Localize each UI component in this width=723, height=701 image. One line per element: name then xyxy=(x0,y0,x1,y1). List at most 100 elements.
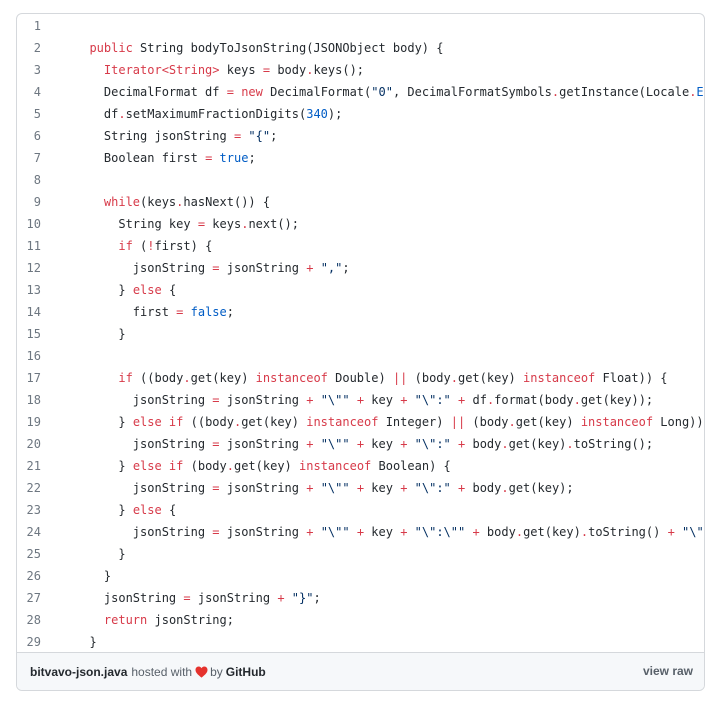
code-token: false xyxy=(190,305,227,319)
line-number: 23 xyxy=(26,503,41,517)
github-link[interactable]: GitHub xyxy=(226,665,266,679)
code-line: 9 while(keys.hasNext()) { xyxy=(17,191,704,213)
code-token: . xyxy=(501,437,509,451)
line-number: 6 xyxy=(33,129,41,143)
code-token: jsonString xyxy=(132,525,213,539)
code-line: 16 xyxy=(17,345,704,367)
code-token: String key xyxy=(118,217,198,231)
line-number: 19 xyxy=(26,415,41,429)
code-token: jsonString; xyxy=(147,613,234,627)
line-number: 1 xyxy=(33,19,41,33)
code-token: . xyxy=(501,481,509,495)
code-line: 22 jsonString = jsonString + "\"" + key … xyxy=(17,477,704,499)
line-text: DecimalFormat df = new DecimalFormat("0"… xyxy=(75,81,704,103)
code-line: 18 jsonString = jsonString + "\"" + key … xyxy=(17,389,704,411)
line-number: 29 xyxy=(26,635,41,649)
code-token: = xyxy=(197,217,206,231)
code-line: 10 String key = keys.next(); xyxy=(17,213,704,235)
line-text: } else if ((body.get(key) instanceof Int… xyxy=(75,411,704,433)
line-number: 12 xyxy=(26,261,41,275)
line-text xyxy=(75,169,704,191)
code-token: = xyxy=(226,85,234,99)
line-text: } else { xyxy=(75,499,704,521)
code-token: public xyxy=(89,41,133,55)
code-token: ; xyxy=(270,129,278,143)
by-text: by xyxy=(210,665,223,679)
code-token: ; xyxy=(313,591,321,605)
code-token: else xyxy=(132,503,162,517)
code-token: instanceof xyxy=(580,415,654,429)
code-line: 13 } else { xyxy=(17,279,704,301)
code-token: jsonString xyxy=(132,437,213,451)
code-token: get(key); xyxy=(508,481,574,495)
code-token: + xyxy=(356,437,365,451)
code-token: String jsonString xyxy=(103,129,234,143)
code-token: + xyxy=(472,525,480,539)
code-line: 8 xyxy=(17,169,704,191)
code-token: ((body xyxy=(132,371,184,385)
code-token: Boolean first xyxy=(103,151,206,165)
code-token: key xyxy=(364,525,401,539)
code-token: jsonString xyxy=(132,261,213,275)
code-token: } xyxy=(118,327,126,341)
line-text: jsonString = jsonString + "\"" + key + "… xyxy=(75,477,704,499)
line-number: 14 xyxy=(26,305,41,319)
line-number: 27 xyxy=(26,591,41,605)
code-token: get(key) xyxy=(508,437,567,451)
code-token: + xyxy=(356,481,365,495)
line-text: } else { xyxy=(75,279,704,301)
code-token: jsonString xyxy=(219,437,307,451)
line-text: df.setMaximumFractionDigits(340); xyxy=(75,103,704,125)
code-token: ; xyxy=(342,261,350,275)
code-token: + xyxy=(356,393,365,407)
code-token: { xyxy=(161,503,177,517)
code-token: instanceof xyxy=(523,371,596,385)
code-token: ENGLISH xyxy=(696,85,704,99)
code-token: "\"" xyxy=(320,525,350,539)
code-token: body xyxy=(270,63,307,77)
code-token: = xyxy=(212,481,220,495)
code-token: Boolean) { xyxy=(371,459,451,473)
code-token: "}" xyxy=(291,591,314,605)
line-text: jsonString = jsonString + "\"" + key + "… xyxy=(75,389,704,411)
line-text: Iterator<String> keys = body.keys(); xyxy=(75,59,704,81)
code-line: 28 return jsonString; xyxy=(17,609,704,631)
view-raw-link[interactable]: view raw xyxy=(643,664,693,678)
code-token: if xyxy=(118,371,133,385)
code-token: first xyxy=(132,305,177,319)
line-number: 26 xyxy=(26,569,41,583)
code-token: jsonString xyxy=(219,525,307,539)
line-number: 5 xyxy=(33,107,41,121)
code-token: { xyxy=(161,283,177,297)
code-token: } xyxy=(89,635,97,649)
code-token: ( xyxy=(132,239,148,253)
code-token: . xyxy=(508,415,516,429)
code-line: 23 } else { xyxy=(17,499,704,521)
code-token: . xyxy=(183,371,191,385)
code-line: 19 } else if ((body.get(key) instanceof … xyxy=(17,411,704,433)
code-token: } xyxy=(118,503,133,517)
code-token: + xyxy=(667,525,675,539)
code-token: body xyxy=(479,525,516,539)
line-text xyxy=(75,15,704,37)
gist-embed: 12 public String bodyToJsonString(JSONOb… xyxy=(16,13,705,691)
file-link[interactable]: bitvavo-json.java xyxy=(30,665,127,679)
